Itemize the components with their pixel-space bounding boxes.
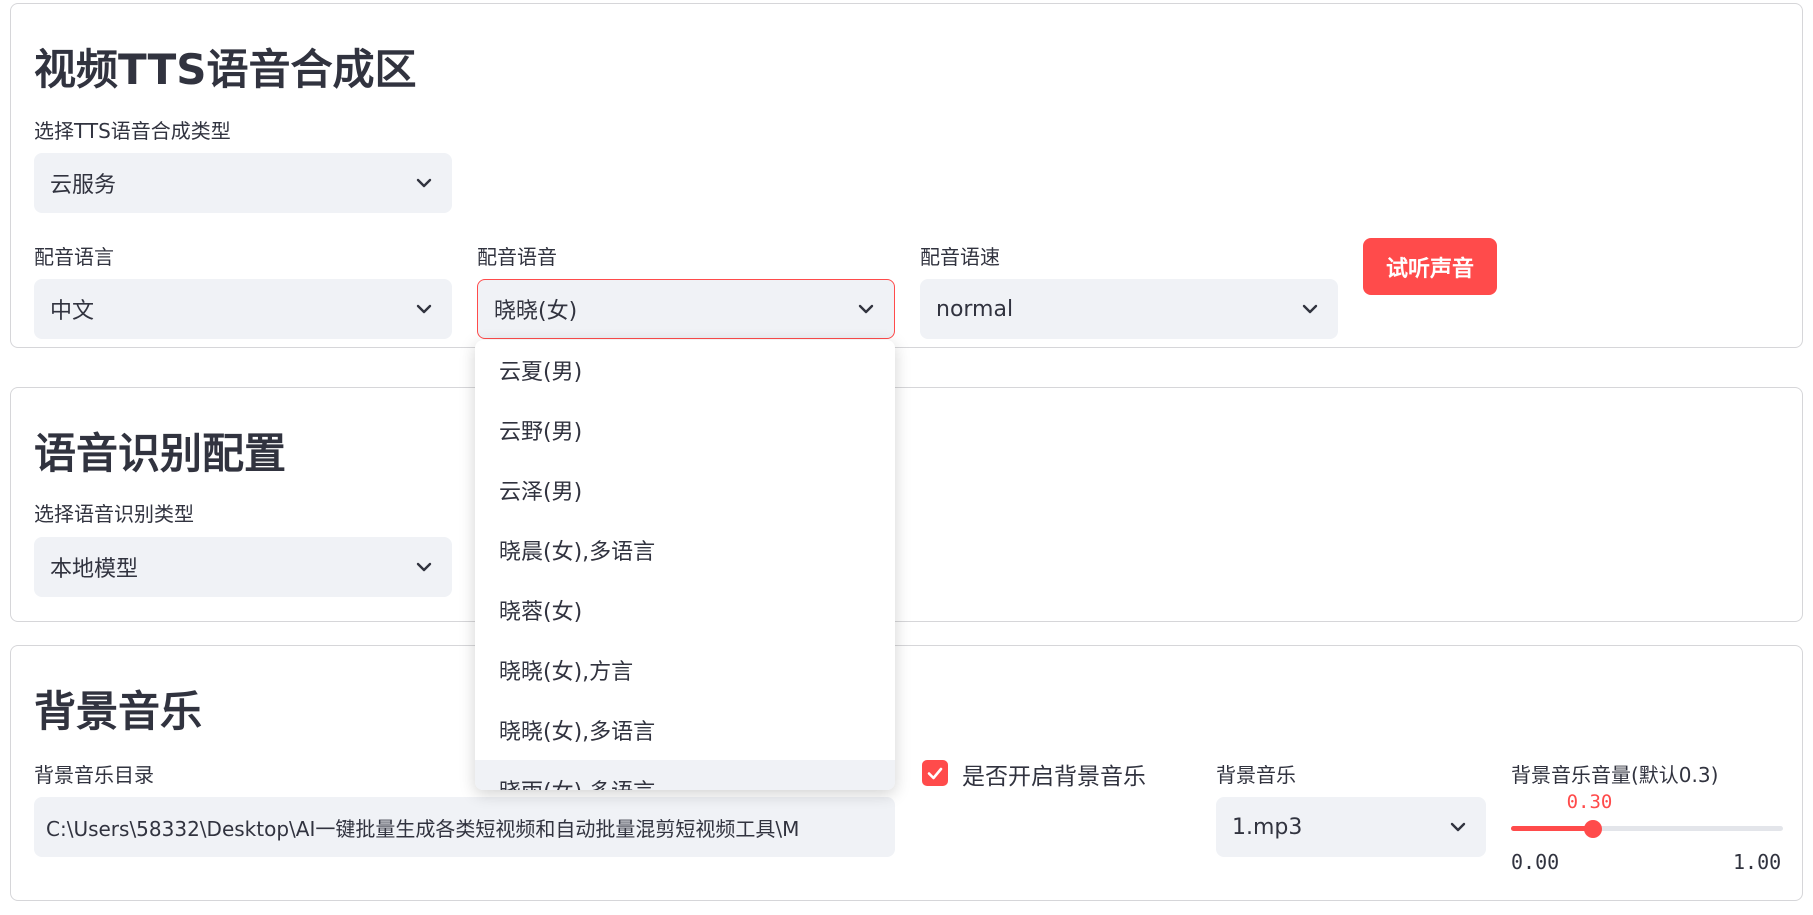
dub-language-select[interactable]: 中文 <box>34 279 452 339</box>
voice-option[interactable]: 晓晨(女),多语言 <box>475 520 895 580</box>
chevron-down-icon <box>1302 304 1318 314</box>
voice-option[interactable]: 云泽(男) <box>475 460 895 520</box>
bgm-volume-min: 0.00 <box>1511 850 1560 874</box>
bgm-volume-max: 1.00 <box>1733 850 1782 874</box>
tts-section-title: 视频TTS语音合成区 <box>34 45 417 94</box>
bgm-section-title: 背景音乐 <box>34 687 203 736</box>
tts-type-select[interactable]: 云服务 <box>34 153 452 213</box>
voice-dropdown-list: 云夏(男) 云野(男) 云泽(男) 晓晨(女),多语言 晓蓉(女) 晓晓(女),… <box>475 340 895 790</box>
bgm-volume-value: 0.30 <box>1566 791 1613 813</box>
bgm-music-select[interactable]: 1.mp3 <box>1216 797 1486 857</box>
voice-option[interactable]: 晓晓(女),方言 <box>475 640 895 700</box>
dub-voice-select[interactable]: 晓晓(女) <box>477 279 895 339</box>
dub-voice-label: 配音语音 <box>477 245 557 269</box>
asr-type-select[interactable]: 本地模型 <box>34 537 452 597</box>
voice-option[interactable]: 云夏(男) <box>475 340 895 400</box>
dub-language-value: 中文 <box>50 299 95 324</box>
bgm-enable-checkbox[interactable] <box>922 760 948 786</box>
bgm-dir-value: C:\Users\58332\Desktop\AI一键批量生成各类短视频和自动批… <box>46 816 800 841</box>
dub-speed-label: 配音语速 <box>920 245 1000 269</box>
chevron-down-icon <box>858 304 874 314</box>
asr-type-label: 选择语音识别类型 <box>34 502 194 526</box>
bgm-music-value: 1.mp3 <box>1232 814 1303 840</box>
bgm-music-label: 背景音乐 <box>1216 763 1296 787</box>
dub-language-label: 配音语言 <box>34 245 114 269</box>
listen-voice-button[interactable]: 试听声音 <box>1363 238 1497 295</box>
asr-section-title: 语音识别配置 <box>34 429 287 478</box>
dub-voice-value: 晓晓(女) <box>494 299 578 324</box>
voice-option[interactable]: 晓蓉(女) <box>475 580 895 640</box>
chevron-down-icon <box>416 562 432 572</box>
bgm-dir-input[interactable]: C:\Users\58332\Desktop\AI一键批量生成各类短视频和自动批… <box>34 797 895 857</box>
chevron-down-icon <box>416 304 432 314</box>
bgm-volume-fill <box>1511 826 1593 831</box>
bgm-volume-thumb[interactable] <box>1583 820 1602 838</box>
voice-option[interactable]: 云野(男) <box>475 400 895 460</box>
bgm-enable-label[interactable]: 是否开启背景音乐 <box>962 757 1146 791</box>
chevron-down-icon <box>1450 822 1466 832</box>
asr-type-value: 本地模型 <box>50 557 139 582</box>
voice-option[interactable]: 晓晓(女),多语言 <box>475 700 895 760</box>
tts-type-label: 选择TTS语音合成类型 <box>34 119 231 143</box>
bgm-volume-label: 背景音乐音量(默认0.3) <box>1511 763 1719 787</box>
bgm-dir-label: 背景音乐目录 <box>34 763 154 787</box>
tts-type-value: 云服务 <box>50 173 117 198</box>
voice-option-highlighted[interactable]: 晓雨(女),多语言 <box>475 760 895 790</box>
dub-speed-select[interactable]: normal <box>920 279 1338 339</box>
chevron-down-icon <box>416 178 432 188</box>
dub-speed-value: normal <box>936 296 1014 322</box>
checkmark-icon <box>927 767 943 780</box>
